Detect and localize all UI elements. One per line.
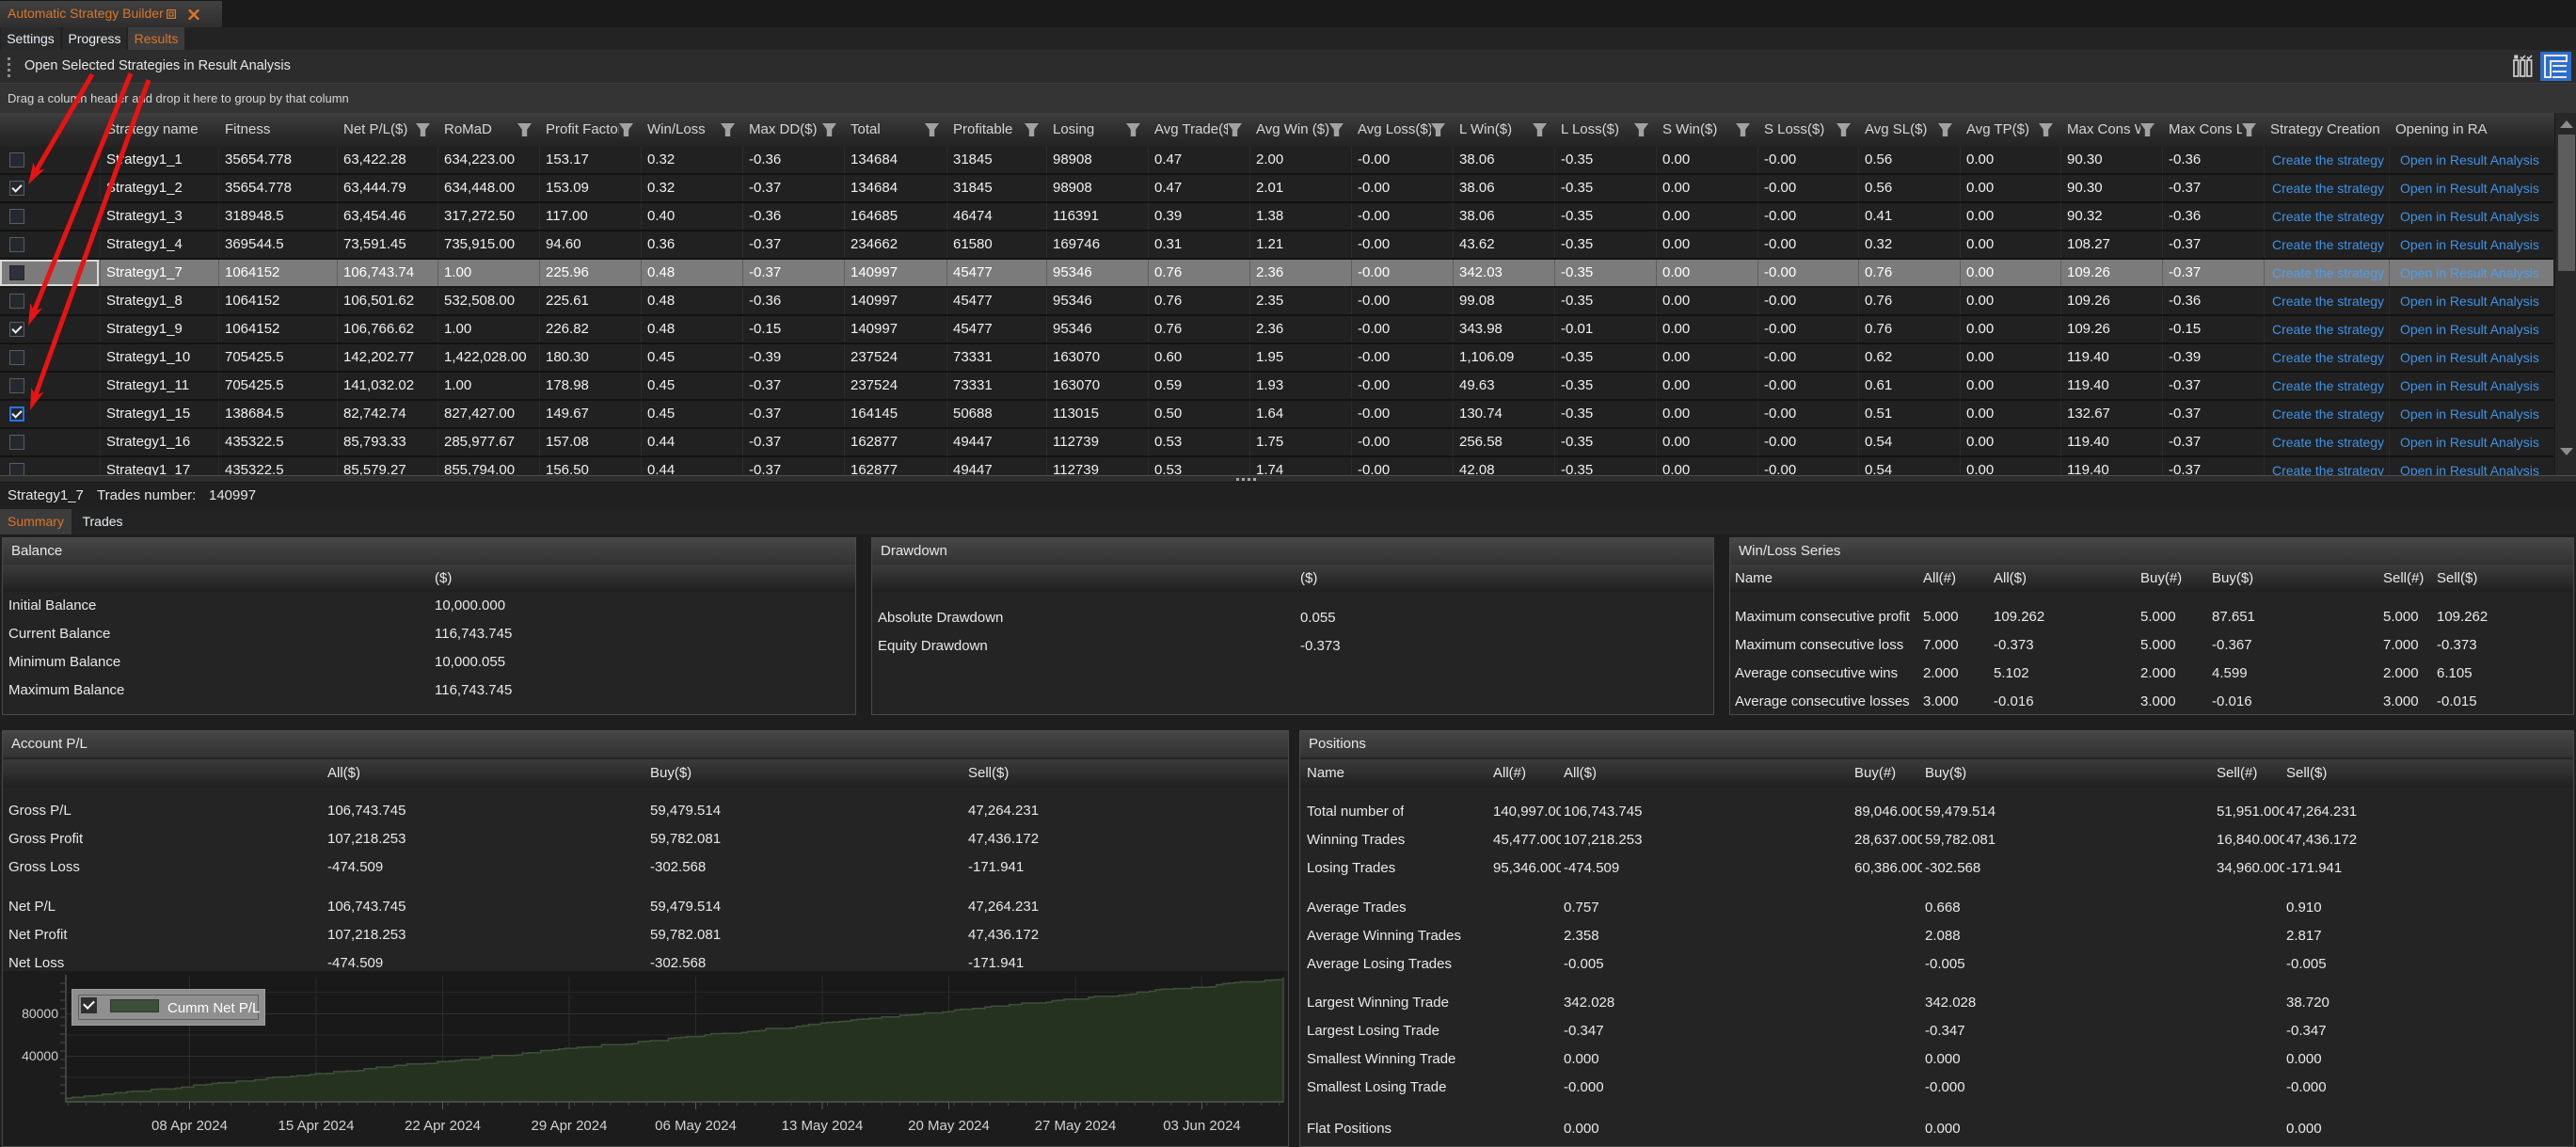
svg-text:13 May 2024: 13 May 2024	[782, 1118, 864, 1134]
svg-text:15 Apr 2024: 15 Apr 2024	[278, 1118, 355, 1134]
svg-text:03 Jun 2024: 03 Jun 2024	[1163, 1118, 1241, 1134]
svg-text:08 Apr 2024: 08 Apr 2024	[151, 1118, 228, 1134]
svg-text:40000: 40000	[22, 1048, 58, 1063]
svg-text:27 May 2024: 27 May 2024	[1035, 1118, 1117, 1134]
svg-text:06 May 2024: 06 May 2024	[655, 1118, 737, 1134]
svg-text:80000: 80000	[22, 1006, 58, 1021]
svg-text:20 May 2024: 20 May 2024	[908, 1118, 990, 1134]
svg-text:22 Apr 2024: 22 Apr 2024	[405, 1118, 481, 1134]
svg-text:29 Apr 2024: 29 Apr 2024	[532, 1118, 608, 1134]
